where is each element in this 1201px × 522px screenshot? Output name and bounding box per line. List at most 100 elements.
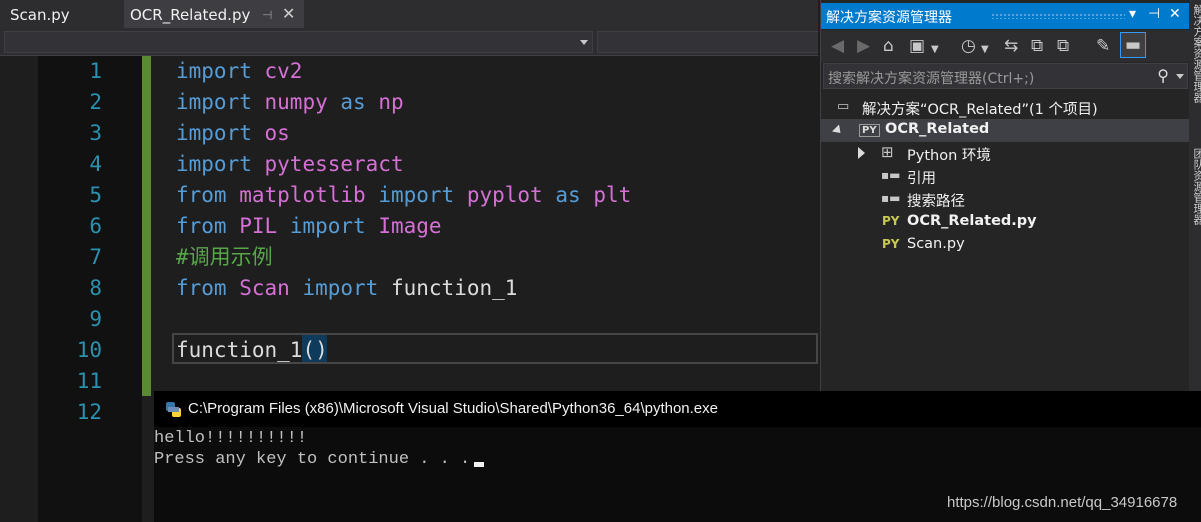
document-tab-strip: Scan.py OCR_Related.py ⊣ ✕ xyxy=(0,0,818,28)
code-line[interactable]: import pytesseract xyxy=(176,149,404,180)
collapse-all-icon[interactable]: ⧉ xyxy=(1031,36,1043,56)
pin-icon[interactable]: ⊣ xyxy=(262,0,272,30)
tree-item-label: 搜索路径 xyxy=(907,194,965,210)
python-icon xyxy=(166,402,181,417)
tree-item-solution[interactable]: ▭ 解决方案“OCR_Related”(1 个项目) xyxy=(821,96,1190,119)
console-title: C:\Program Files (x86)\Microsoft Visual … xyxy=(188,400,718,417)
line-number: 11 xyxy=(76,369,102,393)
code-line[interactable]: function_1() xyxy=(176,335,328,366)
console-window[interactable]: C:\Program Files (x86)\Microsoft Visual … xyxy=(154,391,1201,522)
tree-item-label: Python 环境 xyxy=(907,148,991,164)
preview-icon[interactable]: ▬ xyxy=(1120,32,1146,58)
tab-ocr-related-py[interactable]: OCR_Related.py ⊣ ✕ xyxy=(124,0,304,28)
code-token: plt xyxy=(593,183,632,207)
code-token: np xyxy=(378,90,404,114)
code-token: Scan xyxy=(239,276,290,300)
watermark: https://blog.csdn.net/qq_34916678 xyxy=(947,494,1178,511)
code-line[interactable]: from Scan import function_1 xyxy=(176,273,517,304)
code-line[interactable]: import numpy as np xyxy=(176,87,404,118)
code-line[interactable]: import os xyxy=(176,118,290,149)
solution-search-input[interactable]: 搜索解决方案资源管理器(Ctrl+;) ⚲ xyxy=(823,63,1188,89)
line-number: 2 xyxy=(89,90,102,114)
code-line[interactable]: from matplotlib import pyplot as plt xyxy=(176,180,631,211)
references-icon: ▪▬ xyxy=(881,168,901,182)
tree-item-python-env[interactable]: ⊞ Python 环境 xyxy=(821,142,1190,165)
search-icon[interactable]: ⚲ xyxy=(1157,66,1169,85)
switch-views-icon[interactable]: ▣ xyxy=(909,36,925,56)
dropdown-icon[interactable]: ▼ xyxy=(931,40,939,60)
chevron-down-icon[interactable] xyxy=(1176,74,1184,79)
chevron-down-icon xyxy=(580,40,588,45)
code-token: pytesseract xyxy=(264,152,404,176)
code-line[interactable]: #调用示例 xyxy=(176,242,273,273)
code-token: PIL xyxy=(239,214,278,238)
tab-label: Scan.py xyxy=(10,6,70,24)
code-token: () xyxy=(302,338,328,362)
back-icon[interactable]: ◀ xyxy=(831,36,844,56)
solution-icon: ▭ xyxy=(837,99,850,114)
code-token: as xyxy=(555,183,581,207)
code-token: function_1 xyxy=(176,338,303,362)
grip-dots[interactable] xyxy=(991,13,1125,19)
console-cursor xyxy=(474,462,484,467)
tree-item-scan-py[interactable]: PY Scan.py xyxy=(821,234,1190,257)
code-token: pyplot xyxy=(466,183,543,207)
code-token: os xyxy=(264,121,290,145)
home-icon[interactable]: ⌂ xyxy=(883,36,894,56)
history-icon[interactable]: ◷ xyxy=(961,36,976,56)
code-token: function_1 xyxy=(390,276,518,300)
tree-item-search-paths[interactable]: ▪▬ 搜索路径 xyxy=(821,188,1190,211)
pin-icon[interactable]: ⊣ xyxy=(1148,6,1160,22)
side-tab-team-explorer[interactable]: 团队资源管理器 xyxy=(1190,148,1201,225)
line-number: 3 xyxy=(89,121,102,145)
console-line: Press any key to continue . . . xyxy=(154,450,481,469)
member-dropdown[interactable] xyxy=(597,31,818,53)
expanded-icon[interactable] xyxy=(831,124,845,137)
tab-scan-py[interactable]: Scan.py xyxy=(0,0,122,28)
tree-item-ocr-related-py[interactable]: PY OCR_Related.py xyxy=(821,211,1190,234)
code-token: import xyxy=(378,183,455,207)
code-line[interactable]: from PIL import Image xyxy=(176,211,442,242)
line-number: 4 xyxy=(89,152,102,176)
environment-icon: ⊞ xyxy=(881,143,894,161)
dropdown-icon[interactable]: ▼ xyxy=(981,40,989,60)
line-number: 9 xyxy=(89,307,102,331)
tree-item-references[interactable]: ▪▬ 引用 xyxy=(821,165,1190,188)
code-token: import xyxy=(176,121,252,145)
code-token: import xyxy=(176,152,252,176)
scope-dropdown[interactable] xyxy=(4,31,593,53)
change-tracking-bar xyxy=(142,56,151,396)
code-token: #调用示例 xyxy=(176,245,273,269)
solution-explorer-toolbar: ◀ ▶ ⌂ ▣ ▼ ◷ ▼ ⇆ ⧉ ⧉ ✎ ▬ xyxy=(821,30,1190,62)
console-titlebar[interactable]: C:\Program Files (x86)\Microsoft Visual … xyxy=(154,391,1201,427)
code-token: import xyxy=(176,59,252,83)
close-icon[interactable]: ✕ xyxy=(282,0,295,29)
close-icon[interactable]: ✕ xyxy=(1169,6,1181,22)
collapsed-icon[interactable] xyxy=(858,147,865,159)
code-token: cv2 xyxy=(264,59,303,83)
show-all-files-icon[interactable]: ⧉ xyxy=(1057,36,1069,56)
code-token: import xyxy=(302,276,379,300)
search-placeholder: 搜索解决方案资源管理器(Ctrl+;) xyxy=(828,71,1035,87)
window-position-icon[interactable]: ▾ xyxy=(1129,6,1136,22)
side-tab-solution-explorer[interactable]: 解决方案资源管理器 xyxy=(1190,4,1201,103)
panel-title: 解决方案资源管理器 xyxy=(826,10,952,26)
code-token: import xyxy=(176,90,252,114)
forward-icon[interactable]: ▶ xyxy=(857,36,870,56)
tree-item-project[interactable]: PY OCR_Related xyxy=(821,119,1190,142)
sync-icon[interactable]: ⇆ xyxy=(1004,36,1018,56)
code-line[interactable]: import cv2 xyxy=(176,56,302,87)
navigation-bar xyxy=(0,28,818,56)
properties-icon[interactable]: ✎ xyxy=(1096,36,1110,56)
